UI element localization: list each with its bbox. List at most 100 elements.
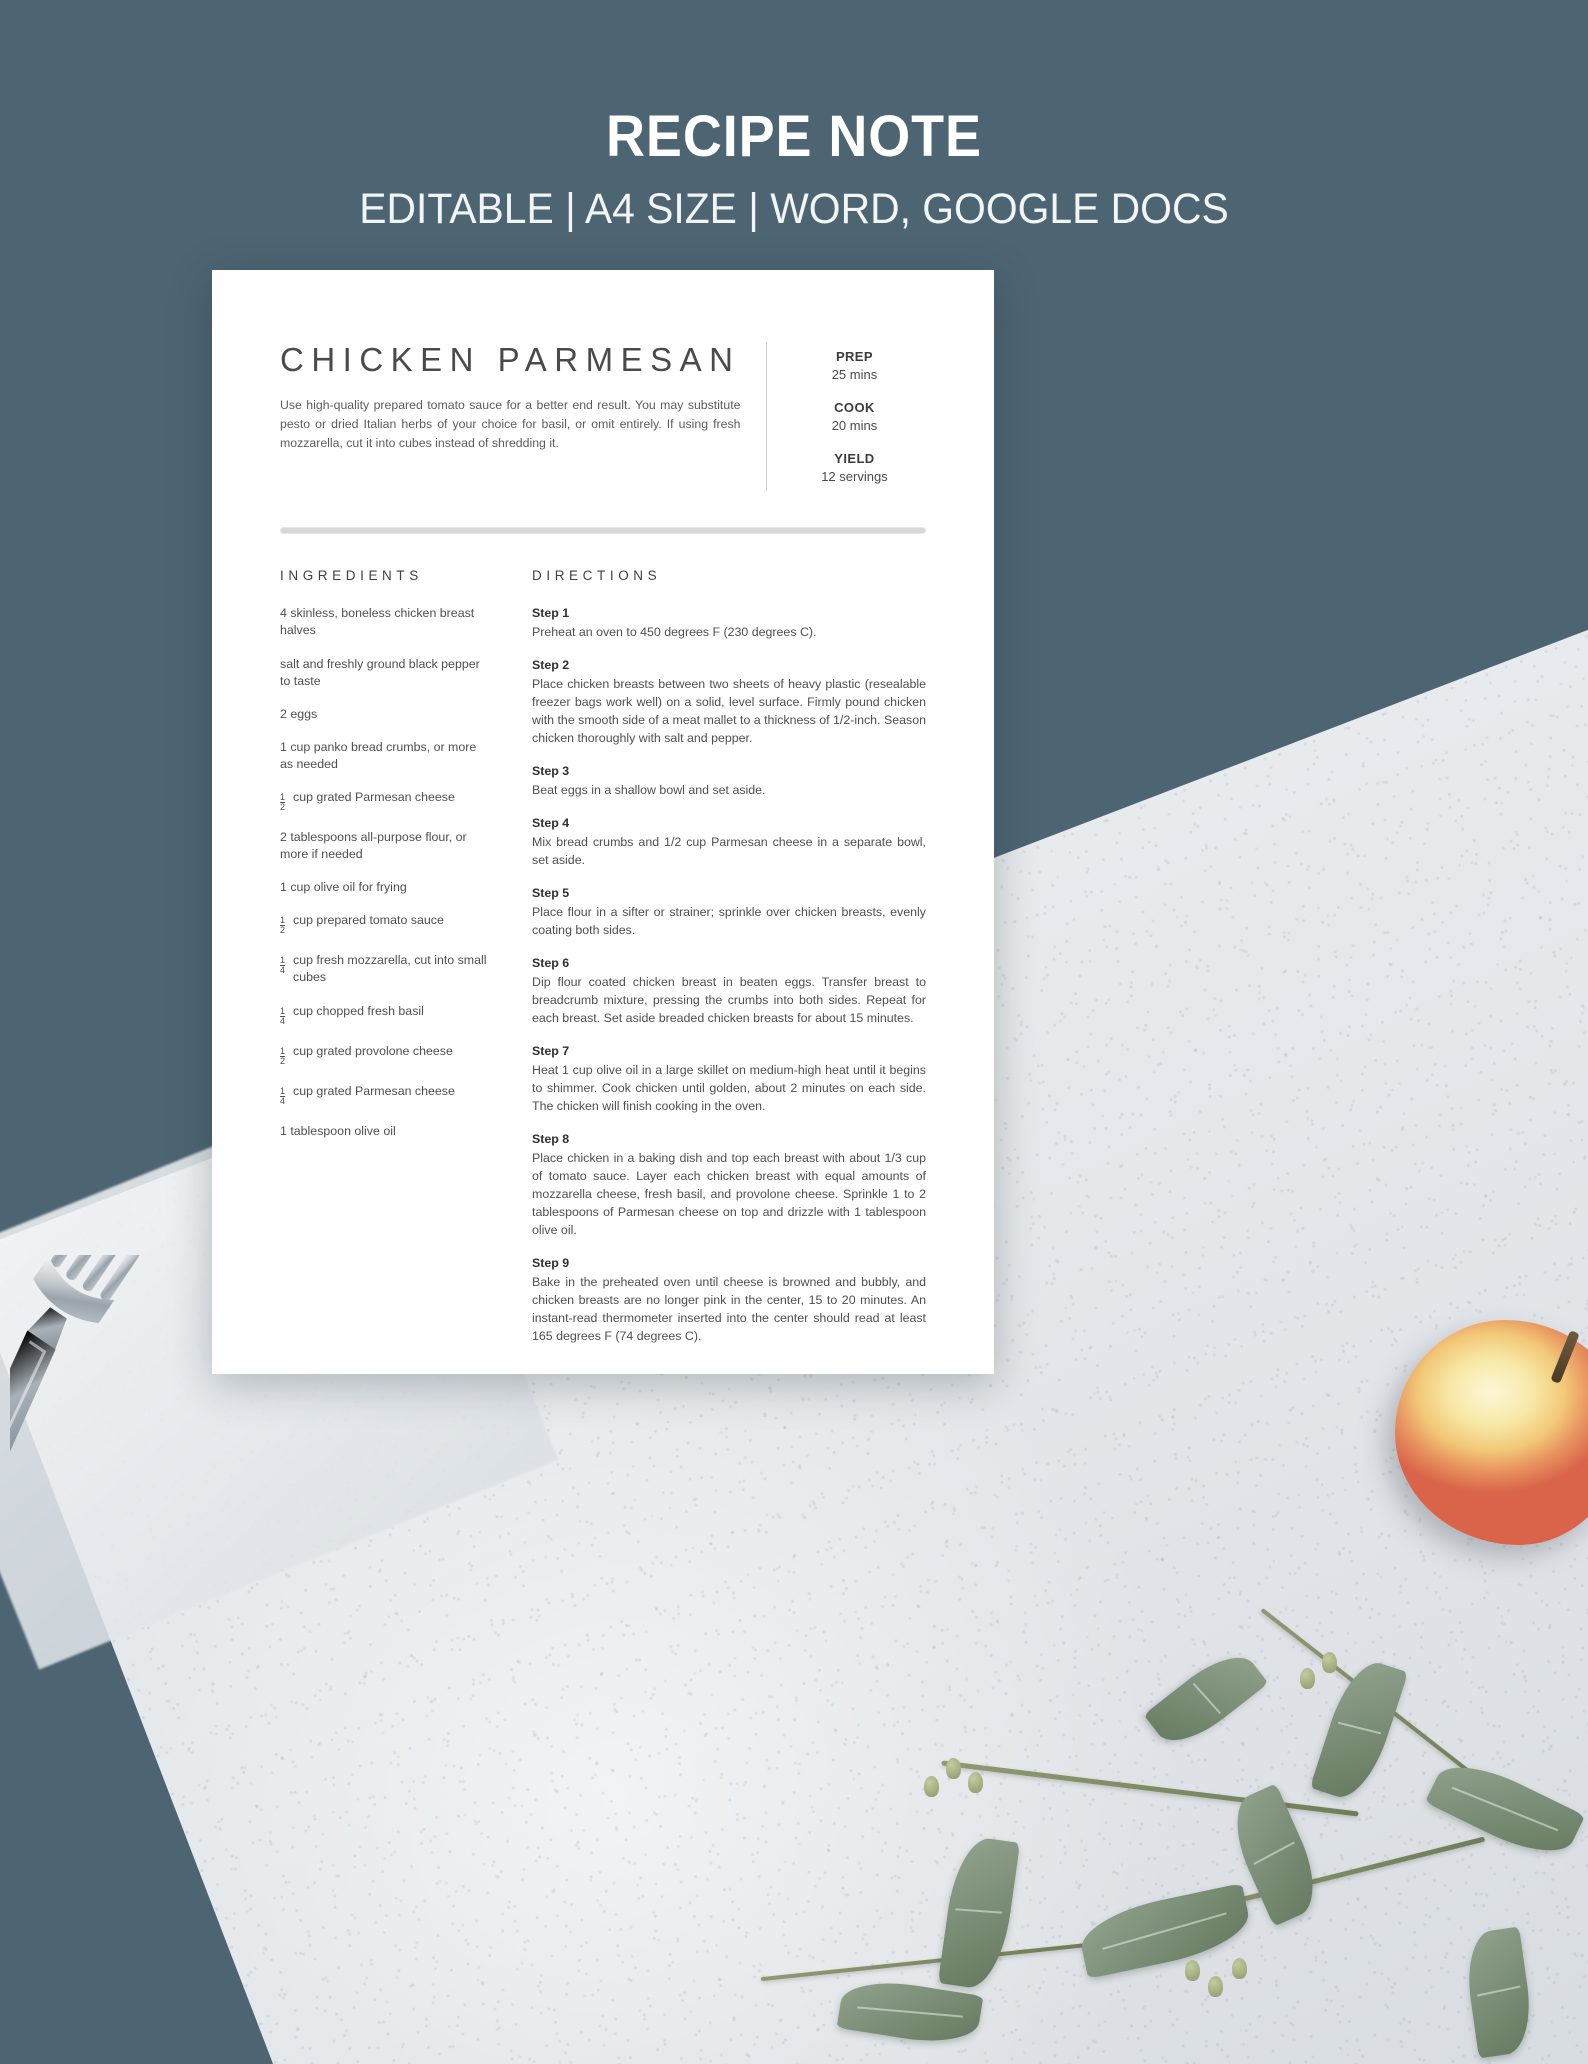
ingredient-item: salt and freshly ground black pepper to … <box>280 656 488 690</box>
meta-yield-label: YIELD <box>834 451 875 467</box>
fraction-denominator: 2 <box>280 802 286 813</box>
direction-step: Step 5 Place flour in a sifter or straine… <box>532 885 926 940</box>
ingredient-text: 2 eggs <box>280 706 318 721</box>
meta-prep-value: 25 mins <box>831 366 878 382</box>
fraction-glyph: 12 <box>280 792 286 813</box>
ingredient-text: cup prepared tomato sauce <box>293 913 444 928</box>
meta-yield: YIELD 12 servings <box>767 450 941 485</box>
step-label: Step 2 <box>532 658 570 673</box>
eucalyptus-bud <box>968 1772 983 1793</box>
fraction-glyph: 12 <box>280 1045 286 1066</box>
banner-title: RECIPE NOTE <box>606 104 982 169</box>
ingredient-text: cup grated Parmesan cheese <box>293 1083 455 1098</box>
direction-step: Step 1 Preheat an oven to 450 degrees F (… <box>532 605 926 642</box>
meta-yield-value: 12 servings <box>821 468 888 484</box>
fraction-denominator: 4 <box>280 1095 286 1106</box>
eucalyptus-bud <box>1232 1958 1247 1979</box>
step-text: Beat eggs in a shallow bowl and set asid… <box>532 783 766 798</box>
ingredient-text: 4 skinless, boneless chicken breast halv… <box>280 606 475 638</box>
ingredient-item: 2 eggs <box>280 706 488 723</box>
eucalyptus-bud <box>1322 1652 1337 1673</box>
directions-column: DIRECTIONS Step 1 Preheat an oven to 450 … <box>532 568 926 1360</box>
fraction-numerator: 1 <box>280 1045 286 1056</box>
ingredient-text: 1 cup olive oil for frying <box>280 880 407 895</box>
ingredient-item: 1 4 cup grated Parmesan cheese <box>280 1083 488 1107</box>
ingredient-item: 1 2 cup prepared tomato sauce <box>280 912 488 936</box>
fraction-denominator: 4 <box>280 965 286 976</box>
step-text: Heat 1 cup olive oil in a large skillet … <box>532 1062 926 1113</box>
ingredient-text: cup chopped fresh basil <box>293 1003 424 1018</box>
meta-prep-label: PREP <box>835 349 873 364</box>
direction-step: Step 2 Place chicken breasts between two … <box>532 657 926 748</box>
step-label: Step 3 <box>532 764 570 779</box>
recipe-intro: Use high-quality prepared tomato sauce f… <box>280 398 741 450</box>
meta-cook-value: 20 mins <box>831 417 878 433</box>
step-text: Bake in the preheated oven until cheese … <box>532 1274 926 1343</box>
ingredient-item: 1 cup panko bread crumbs, or more as nee… <box>280 739 488 773</box>
direction-step: Step 3 Beat eggs in a shallow bowl and se… <box>532 763 926 800</box>
section-divider <box>280 527 926 535</box>
eucalyptus-bud <box>1185 1960 1200 1981</box>
meta-cook: COOK 20 mins <box>767 399 941 434</box>
direction-step: Step 6 Dip flour coated chicken breast in… <box>532 955 926 1028</box>
fraction-glyph: 14 <box>280 955 286 976</box>
fraction-numerator: 1 <box>280 915 286 926</box>
ingredient-text: 1 tablespoon olive oil <box>280 1123 396 1138</box>
step-text: Preheat an oven to 450 degrees F (230 de… <box>532 625 817 640</box>
ingredient-item: 2 tablespoons all-purpose flour, or more… <box>280 829 488 863</box>
ingredient-item: 1 4 cup chopped fresh basil <box>280 1003 488 1027</box>
step-text: Place chicken breasts between two sheets… <box>532 677 926 746</box>
eucalyptus-bud <box>946 1758 961 1779</box>
eucalyptus-bud <box>924 1776 939 1797</box>
ingredient-text: salt and freshly ground black pepper to … <box>280 656 480 688</box>
step-label: Step 7 <box>532 1043 570 1058</box>
step-label: Step 9 <box>532 1255 570 1270</box>
eucalyptus-bud <box>1300 1668 1315 1689</box>
ingredients-column: INGREDIENTS 4 skinless, boneless chicken… <box>280 568 488 1360</box>
ingredients-heading: INGREDIENTS <box>280 568 423 584</box>
ingredient-text: 1 cup panko bread crumbs, or more as nee… <box>280 739 477 771</box>
step-label: Step 5 <box>532 886 570 901</box>
fraction-glyph: 14 <box>280 1005 286 1026</box>
direction-step: Step 9 Bake in the preheated oven until c… <box>532 1255 926 1346</box>
ingredients-list: 4 skinless, boneless chicken breast halv… <box>280 605 488 1139</box>
recipe-title-column: CHICKEN PARMESAN Use high-quality prepar… <box>280 341 766 452</box>
fraction-numerator: 1 <box>280 1005 286 1016</box>
ingredient-item: 4 skinless, boneless chicken breast halv… <box>280 605 488 639</box>
ingredient-text: 2 tablespoons all-purpose flour, or more… <box>280 830 467 862</box>
direction-step: Step 4 Mix bread crumbs and 1/2 cup Parme… <box>532 815 926 870</box>
step-text: Dip flour coated chicken breast in beate… <box>532 975 926 1025</box>
step-label: Step 1 <box>532 606 570 621</box>
ingredient-item: 1 2 cup grated provolone cheese <box>280 1043 488 1067</box>
meta-prep: PREP 25 mins <box>767 348 941 383</box>
banner-subtitle: EDITABLE | A4 SIZE | WORD, GOOGLE DOCS <box>359 185 1229 233</box>
ingredient-text: cup fresh mozzarella, cut into small cub… <box>293 953 487 985</box>
fraction-glyph: 12 <box>280 915 286 935</box>
fraction-denominator: 2 <box>280 1055 286 1066</box>
ingredient-item: 1 4 cup fresh mozzarella, cut into small c… <box>280 952 488 986</box>
ingredient-item: 1 cup olive oil for frying <box>280 879 488 896</box>
fraction-numerator: 1 <box>280 1085 286 1096</box>
fraction-numerator: 1 <box>280 955 286 966</box>
fraction-denominator: 4 <box>280 1015 286 1026</box>
direction-step: Step 8 Place chicken in a baking dish and… <box>532 1131 926 1240</box>
step-label: Step 8 <box>532 1131 570 1146</box>
fraction-numerator: 1 <box>280 792 286 803</box>
step-text: Mix bread crumbs and 1/2 cup Parmesan ch… <box>532 835 926 868</box>
recipe-header: CHICKEN PARMESAN Use high-quality prepar… <box>280 341 926 492</box>
direction-step: Step 7 Heat 1 cup olive oil in a large sk… <box>532 1043 926 1116</box>
directions-list: Step 1 Preheat an oven to 450 degrees F (… <box>532 605 926 1345</box>
eucalyptus-bud <box>1208 1976 1223 1997</box>
ingredient-item: 1 2 cup grated Parmesan cheese <box>280 789 488 813</box>
step-label: Step 6 <box>532 956 570 971</box>
step-text: Place chicken in a baking dish and top e… <box>532 1150 926 1237</box>
ingredient-text: cup grated provolone cheese <box>293 1043 453 1058</box>
recipe-body: INGREDIENTS 4 skinless, boneless chicken… <box>280 568 926 1360</box>
meta-cook-label: COOK <box>834 400 875 416</box>
ingredient-text: cup grated Parmesan cheese <box>293 790 455 805</box>
banner: RECIPE NOTE EDITABLE | A4 SIZE | WORD, G… <box>0 0 1588 231</box>
ingredient-item: 1 tablespoon olive oil <box>280 1123 488 1140</box>
recipe-page: CHICKEN PARMESAN Use high-quality prepar… <box>212 270 994 1374</box>
step-label: Step 4 <box>532 816 570 831</box>
recipe-meta-panel: PREP 25 mins COOK 20 mins YIELD 12 servi… <box>766 342 941 492</box>
